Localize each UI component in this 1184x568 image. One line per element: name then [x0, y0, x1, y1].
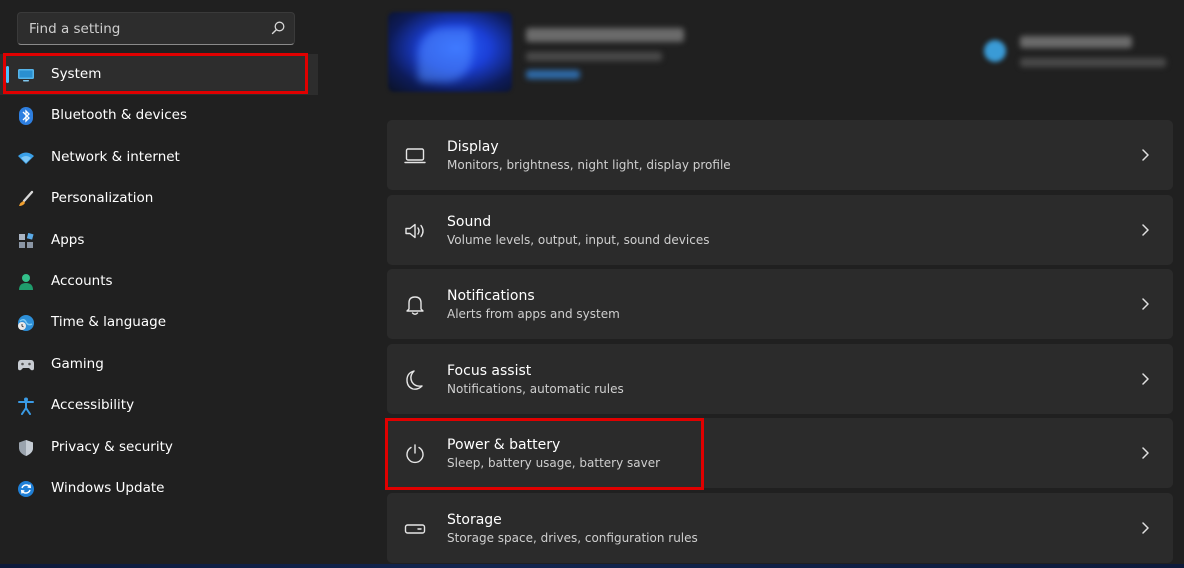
card-description: Alerts from apps and system [447, 307, 620, 321]
sidebar: System Bluetooth & devices Network & int… [0, 0, 318, 568]
chevron-right-icon [1142, 521, 1149, 534]
apps-icon [17, 232, 35, 250]
card-description: Volume levels, output, input, sound devi… [447, 232, 710, 247]
moon-icon [404, 369, 426, 391]
search-input[interactable] [18, 13, 258, 44]
network-status-icon [984, 40, 1006, 62]
sidebar-item-label: Windows Update [51, 479, 165, 496]
device-model-redacted [526, 52, 662, 61]
wifi-icon [17, 149, 35, 167]
monitor-icon [17, 66, 35, 84]
sidebar-item-label: System [51, 66, 102, 82]
card-title: Sound [447, 213, 492, 230]
card-storage[interactable]: Storage Storage space, drives, configura… [387, 492, 1173, 563]
sidebar-item-personalization[interactable]: Personalization [0, 178, 318, 219]
network-name-redacted [1020, 36, 1132, 48]
sidebar-item-time-language[interactable]: Time & language [0, 302, 318, 343]
sidebar-item-accounts[interactable]: Accounts [0, 261, 318, 302]
storage-icon [404, 518, 426, 540]
chevron-right-icon [1142, 149, 1149, 161]
card-description: Notifications, automatic rules [447, 381, 624, 396]
taskbar-edge [0, 564, 1184, 568]
settings-window: System Bluetooth & devices Network & int… [0, 0, 1184, 568]
card-title: Power & battery [447, 437, 561, 453]
sidebar-item-privacy-security[interactable]: Privacy & security [0, 427, 318, 468]
sidebar-item-windows-update[interactable]: Windows Update [0, 468, 318, 509]
sidebar-item-label: Apps [51, 231, 85, 248]
card-display[interactable]: Display Monitors, brightness, night ligh… [387, 120, 1173, 190]
brush-icon [17, 190, 35, 208]
card-title: Storage [447, 511, 502, 528]
card-title: Display [447, 139, 499, 155]
speaker-icon [404, 220, 426, 242]
rename-link-redacted[interactable] [526, 70, 580, 79]
bluetooth-icon [17, 107, 35, 126]
card-description: Monitors, brightness, night light, displ… [447, 158, 731, 172]
chevron-right-icon [1142, 447, 1149, 459]
card-focus-assist[interactable]: Focus assist Notifications, automatic ru… [387, 343, 1173, 414]
chevron-right-icon [1142, 223, 1149, 236]
card-power-battery[interactable]: Power & battery Sleep, battery usage, ba… [387, 418, 1173, 488]
sidebar-item-system[interactable]: System [0, 54, 318, 96]
sidebar-item-label: Network & internet [51, 148, 180, 165]
sidebar-item-network[interactable]: Network & internet [0, 137, 318, 178]
display-icon [404, 145, 426, 167]
sidebar-item-label: Accessibility [51, 397, 135, 414]
sidebar-item-label: Privacy & security [51, 438, 173, 455]
gamepad-icon [17, 356, 35, 374]
sidebar-item-accessibility[interactable]: Accessibility [0, 385, 318, 426]
sidebar-item-label: Accounts [51, 272, 113, 289]
card-title: Focus assist [447, 362, 532, 379]
search-box[interactable] [17, 12, 295, 45]
power-icon [404, 443, 426, 465]
sidebar-item-bluetooth[interactable]: Bluetooth & devices [0, 95, 318, 136]
sidebar-item-gaming[interactable]: Gaming [0, 344, 318, 385]
network-status-redacted [1020, 58, 1166, 67]
sidebar-nav: System Bluetooth & devices Network & int… [0, 54, 318, 509]
person-icon [17, 273, 35, 291]
chevron-right-icon [1142, 298, 1149, 310]
card-description: Sleep, battery usage, battery saver [447, 456, 661, 470]
device-wallpaper-thumbnail [388, 12, 512, 92]
chevron-right-icon [1142, 372, 1149, 385]
accessibility-icon [17, 397, 35, 416]
bell-icon [404, 294, 426, 316]
card-title: Notifications [447, 288, 535, 304]
card-description: Storage space, drives, configuration rul… [447, 530, 698, 545]
globe-clock-icon [17, 314, 35, 332]
device-name-redacted [526, 28, 684, 42]
sidebar-item-label: Time & language [51, 314, 167, 331]
shield-icon [17, 439, 35, 457]
device-header [388, 12, 1178, 92]
sidebar-item-label: Gaming [51, 355, 104, 372]
card-sound[interactable]: Sound Volume levels, output, input, soun… [387, 194, 1173, 265]
card-notifications[interactable]: Notifications Alerts from apps and syste… [387, 269, 1173, 339]
sidebar-item-label: Personalization [51, 190, 154, 207]
sidebar-item-label: Bluetooth & devices [51, 107, 188, 124]
sidebar-item-apps[interactable]: Apps [0, 220, 318, 261]
update-icon [17, 480, 35, 498]
search-icon[interactable] [270, 20, 286, 36]
